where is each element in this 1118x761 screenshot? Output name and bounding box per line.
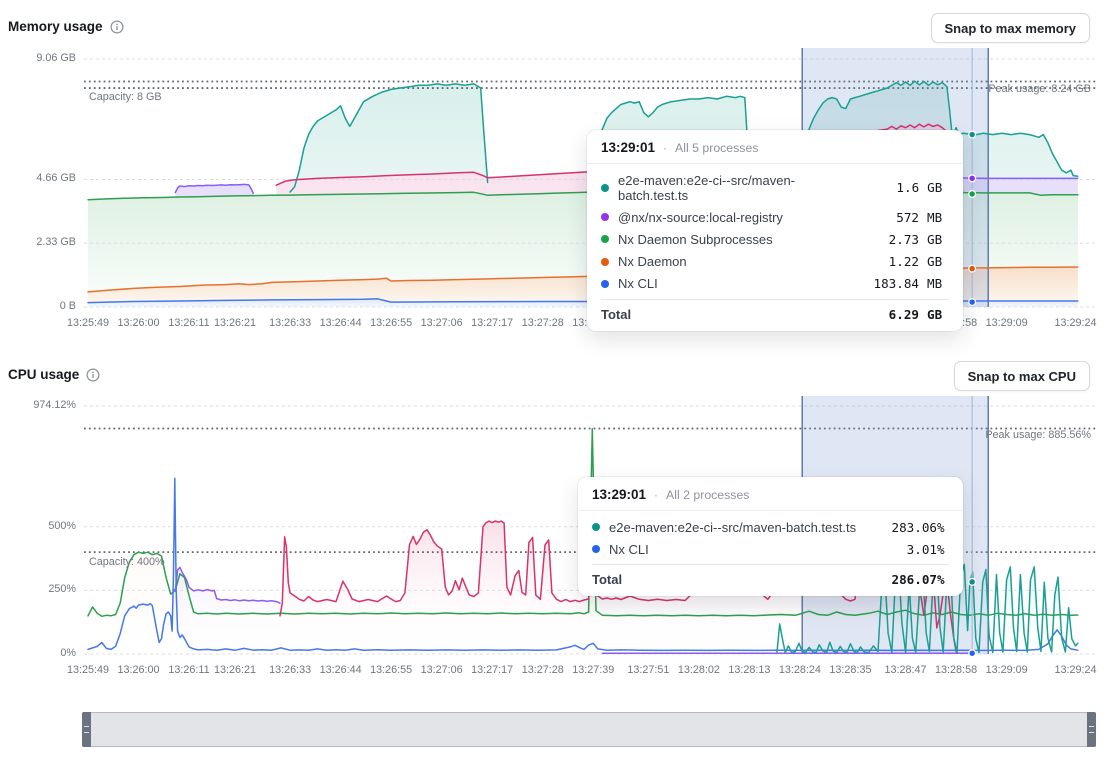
snap-to-max-memory-button[interactable]: Snap to max memory [931, 13, 1091, 43]
process-value: 1.22 [863, 254, 919, 269]
process-value: 3.01 [881, 542, 937, 557]
process-value: 1.6 [863, 180, 919, 195]
total-label: Total [601, 307, 863, 322]
tooltip-separator: · [663, 141, 667, 155]
y-tick-label: 250% [2, 583, 76, 595]
tooltip-header: 13:29:01 · All 5 processes [587, 130, 963, 164]
series-color-dot [601, 258, 609, 266]
series-color-dot [601, 213, 609, 221]
brush-right-handle[interactable] [1087, 712, 1096, 747]
tooltip-time: 13:29:01 [592, 487, 646, 502]
tooltip-rows: e2e-maven:e2e-ci--src/maven-batch.test.t… [578, 511, 963, 560]
process-value: 2.73 [863, 232, 919, 247]
process-unit: GB [927, 232, 949, 247]
hover-point [969, 579, 976, 586]
tooltip-process-row: Nx CLI 3.01 % [592, 538, 949, 560]
hover-point [969, 191, 976, 198]
tooltip-total-row: Total 286.07 % [592, 564, 949, 596]
hover-point [969, 175, 976, 182]
hover-point [969, 265, 976, 272]
snap-to-max-cpu-button[interactable]: Snap to max CPU [954, 361, 1090, 391]
process-value: 183.84 [863, 276, 919, 291]
x-tick-label: 13:29:09 [973, 317, 1041, 329]
total-label: Total [592, 572, 881, 587]
series-color-dot [601, 235, 609, 243]
series-color-dot [601, 280, 609, 288]
process-name: Nx CLI [618, 276, 863, 291]
y-tick-label: 0 B [2, 300, 76, 312]
tooltip-total-row: Total 6.29 GB [601, 299, 949, 331]
tooltip-process-row: e2e-maven:e2e-ci--src/maven-batch.test.t… [592, 516, 949, 538]
tooltip-process-row: Nx CLI 183.84 MB [601, 273, 949, 295]
memory-title-text: Memory usage [8, 19, 103, 34]
local-registry-cpu-area [173, 567, 280, 654]
series-color-dot [592, 523, 600, 531]
y-tick-label: 9.06 GB [2, 52, 76, 64]
grip-icon [84, 726, 89, 733]
tooltip-subtitle: All 2 processes [666, 488, 749, 502]
x-tick-label: 13:29:24 [1041, 317, 1109, 329]
memory-peak-label: Peak usage: 8.24 GB [988, 83, 1091, 95]
grip-icon [1089, 726, 1094, 733]
process-unit: GB [927, 254, 949, 269]
process-unit: % [937, 542, 949, 557]
y-tick-label: 2.33 GB [2, 236, 76, 248]
cpu-peak-label: Peak usage: 885.56% [985, 429, 1091, 441]
x-tick-label: 13:29:24 [1041, 664, 1109, 676]
charts-canvas[interactable] [0, 0, 1118, 761]
process-name: e2e-maven:e2e-ci--src/maven-batch.test.t… [618, 173, 863, 203]
process-name: Nx Daemon Subprocesses [618, 232, 863, 247]
hover-point [969, 299, 976, 306]
y-tick-label: 0% [2, 647, 76, 659]
process-unit: GB [927, 180, 949, 195]
total-unit: GB [927, 307, 949, 322]
y-tick-label: 4.66 GB [2, 172, 76, 184]
timeline-brush-track[interactable] [82, 712, 1096, 747]
process-value: 572 [863, 210, 919, 225]
process-name: Nx CLI [609, 542, 881, 557]
tooltip-header: 13:29:01 · All 2 processes [578, 477, 963, 511]
total-value: 6.29 [863, 307, 919, 322]
process-profiler-page: Memory usage Snap to max memory Capacity… [0, 0, 1118, 761]
process-value: 283.06 [881, 520, 937, 535]
process-name: @nx/nx-source:local-registry [618, 210, 863, 225]
total-unit: % [937, 572, 949, 587]
cpu-title-text: CPU usage [8, 367, 79, 382]
info-icon[interactable] [110, 20, 124, 34]
hover-point [969, 131, 976, 138]
cpu-chart-title: CPU usage [8, 367, 100, 382]
info-icon[interactable] [86, 368, 100, 382]
total-value: 286.07 [881, 572, 937, 587]
memory-tooltip: 13:29:01 · All 5 processes e2e-maven:e2e… [587, 130, 963, 331]
y-tick-label: 500% [2, 520, 76, 532]
brush-left-handle[interactable] [82, 712, 91, 747]
tooltip-time: 13:29:01 [601, 140, 655, 155]
memory-capacity-label: Capacity: 8 GB [89, 91, 162, 103]
tooltip-process-row: Nx Daemon Subprocesses 2.73 GB [601, 228, 949, 250]
series-color-dot [601, 184, 609, 192]
cpu-tooltip: 13:29:01 · All 2 processes e2e-maven:e2e… [578, 477, 963, 596]
memory-chart-title: Memory usage [8, 19, 124, 34]
series-color-dot [592, 545, 600, 553]
process-unit: MB [927, 210, 949, 225]
process-name: e2e-maven:e2e-ci--src/maven-batch.test.t… [609, 520, 881, 535]
y-tick-label: 974.12% [2, 399, 76, 411]
process-name: Nx Daemon [618, 254, 863, 269]
process-unit: % [937, 520, 949, 535]
tooltip-separator: · [654, 488, 658, 502]
tooltip-process-row: e2e-maven:e2e-ci--src/maven-batch.test.t… [601, 169, 949, 206]
tooltip-rows: e2e-maven:e2e-ci--src/maven-batch.test.t… [587, 164, 963, 295]
hover-point [969, 650, 976, 657]
tooltip-process-row: @nx/nx-source:local-registry 572 MB [601, 206, 949, 228]
process-unit: MB [927, 276, 949, 291]
tooltip-process-row: Nx Daemon 1.22 GB [601, 251, 949, 273]
x-tick-label: 13:29:09 [973, 664, 1041, 676]
cpu-capacity-label: Capacity: 400% [89, 556, 165, 568]
tooltip-subtitle: All 5 processes [675, 141, 758, 155]
